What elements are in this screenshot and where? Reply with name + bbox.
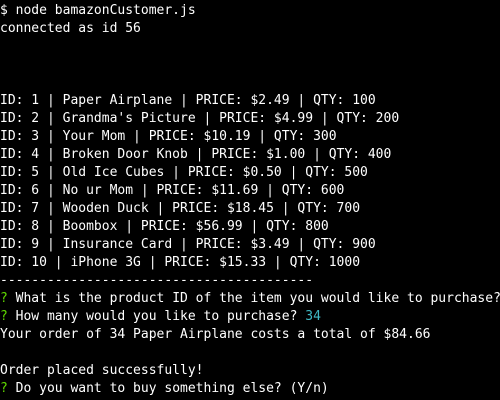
terminal-window[interactable]: $ node bamazonCustomer.js connected as i… — [0, 0, 500, 400]
buy-again-prompt[interactable]: ? Do you want to buy something else? (Y/… — [0, 380, 500, 398]
product-row: ID: 6 | No ur Mom | PRICE: $11.69 | QTY:… — [0, 183, 345, 198]
question-mark-icon: ? — [0, 309, 8, 324]
product-row: ID: 2 | Grandma's Picture | PRICE: $4.99… — [0, 111, 400, 126]
buy-again-question-text: Do you want to buy something else? (Y/n) — [7, 381, 329, 396]
product-row: ID: 7 | Wooden Duck | PRICE: $18.45 | QT… — [0, 201, 361, 216]
quantity-answer: 34 — [305, 309, 321, 324]
separator-line: ---------------------------------------- — [0, 273, 314, 288]
question-mark-icon: ? — [0, 381, 8, 396]
command-line: $ node bamazonCustomer.js — [0, 3, 196, 18]
product-row: ID: 1 | Paper Airplane | PRICE: $2.49 | … — [0, 93, 376, 108]
product-id-question-text: What is the product ID of the item you w… — [7, 291, 500, 306]
product-row: ID: 9 | Insurance Card | PRICE: $3.49 | … — [0, 237, 376, 252]
quantity-question: ? How many would you like to purchase? 3… — [0, 308, 500, 326]
product-row: ID: 3 | Your Mom | PRICE: $10.19 | QTY: … — [0, 129, 337, 144]
product-row: ID: 8 | Boombox | PRICE: $56.99 | QTY: 8… — [0, 219, 329, 234]
quantity-question-text: How many would you like to purchase? — [7, 309, 306, 324]
order-summary: Your order of 34 Paper Airplane costs a … — [0, 327, 431, 342]
product-row: ID: 4 | Broken Door Knob | PRICE: $1.00 … — [0, 147, 392, 162]
product-row: ID: 5 | Old Ice Cubes | PRICE: $0.50 | Q… — [0, 165, 368, 180]
order-success-message: Order placed successfully! — [0, 363, 204, 378]
connection-status: connected as id 56 — [0, 21, 141, 36]
product-row: ID: 10 | iPhone 3G | PRICE: $15.33 | QTY… — [0, 255, 361, 270]
question-mark-icon: ? — [0, 291, 8, 306]
product-id-question: ? What is the product ID of the item you… — [0, 290, 500, 308]
